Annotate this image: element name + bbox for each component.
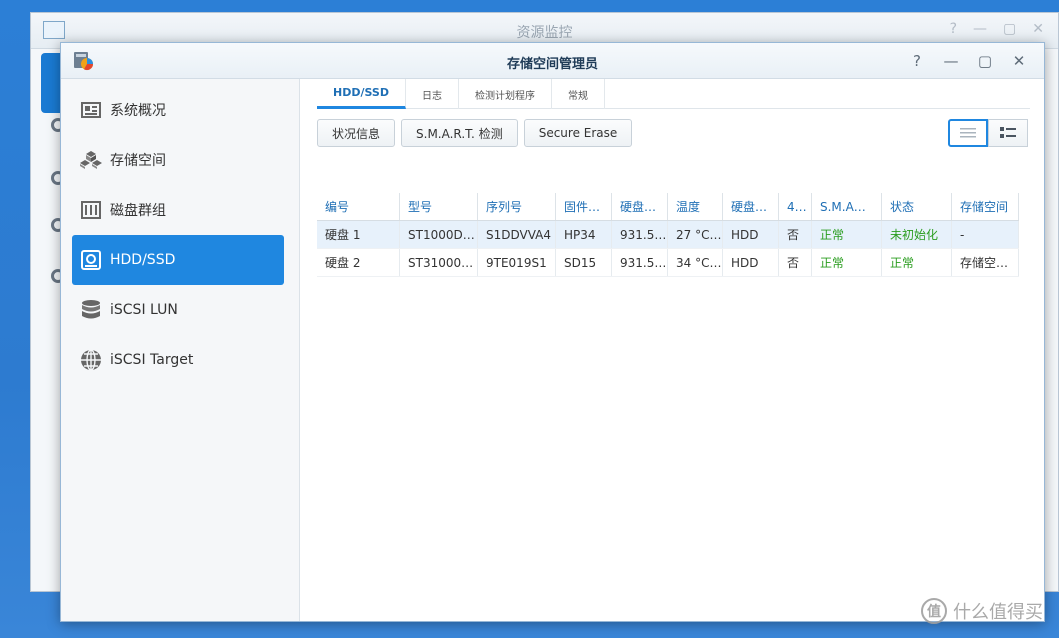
- tab-log[interactable]: 日志: [406, 79, 459, 109]
- smart-status-cell: 正常: [812, 221, 882, 248]
- table-cell: HDD: [723, 249, 779, 276]
- window-titlebar: 存储空间管理员 ? — ▢ ✕: [61, 43, 1044, 79]
- sidebar-item-overview[interactable]: 系统概况: [72, 85, 284, 135]
- disk-table: 编号 型号 序列号 固件… 硬盘… 温度 硬盘… 4… S.M.A… 状态 存储…: [317, 193, 1019, 277]
- watermark-logo: 值: [921, 598, 947, 624]
- background-window-title: 资源监控: [516, 25, 573, 41]
- disk-group-icon: [80, 199, 102, 221]
- minimize-icon[interactable]: —: [940, 50, 962, 72]
- column-header[interactable]: 存储空间: [952, 193, 1019, 220]
- status-cell: 正常: [882, 249, 952, 276]
- sidebar-item-label: 磁盘群组: [110, 203, 166, 219]
- table-cell: 9TE019S1: [478, 249, 556, 276]
- detail-view-icon: [1000, 127, 1016, 138]
- window-title: 存储空间管理员: [506, 57, 598, 72]
- storage-manager-window: 存储空间管理员 ? — ▢ ✕ 系统概况 存储空间 磁盘群组 HDD/SSD i…: [60, 42, 1045, 622]
- sidebar-item-iscsi-lun[interactable]: iSCSI LUN: [72, 285, 284, 335]
- sidebar-item-disk-group[interactable]: 磁盘群组: [72, 185, 284, 235]
- table-cell: S1DDVVA4: [478, 221, 556, 248]
- sidebar-item-iscsi-target[interactable]: iSCSI Target: [72, 335, 284, 385]
- smart-test-button[interactable]: S.M.A.R.T. 检测: [401, 119, 518, 147]
- table-cell: HP34: [556, 221, 612, 248]
- sidebar-item-label: 存储空间: [110, 153, 166, 169]
- table-cell: 931.5…: [612, 221, 668, 248]
- column-header[interactable]: 编号: [317, 193, 400, 220]
- watermark: 值 什么值得买: [921, 598, 1043, 624]
- table-cell: -: [952, 221, 1019, 248]
- sidebar-item-label: iSCSI Target: [110, 352, 194, 368]
- sidebar-item-label: iSCSI LUN: [110, 302, 178, 318]
- column-header[interactable]: 序列号: [478, 193, 556, 220]
- sidebar-item-hdd-ssd[interactable]: HDD/SSD: [72, 235, 284, 285]
- column-header[interactable]: 温度: [668, 193, 723, 220]
- tab-hdd-ssd[interactable]: HDD/SSD: [317, 79, 406, 109]
- list-view-button[interactable]: [948, 119, 988, 147]
- list-view-icon: [960, 128, 976, 138]
- table-cell: 34 °C…: [668, 249, 723, 276]
- table-row[interactable]: 硬盘 1 ST1000D… S1DDVVA4 HP34 931.5… 27 °C…: [317, 221, 1019, 249]
- watermark-text: 什么值得买: [953, 602, 1043, 623]
- view-toggle: [948, 119, 1028, 147]
- close-icon[interactable]: ✕: [1008, 50, 1030, 72]
- table-cell: 否: [779, 221, 812, 248]
- table-cell: 931.5…: [612, 249, 668, 276]
- table-row[interactable]: 硬盘 2 ST31000… 9TE019S1 SD15 931.5… 34 °C…: [317, 249, 1019, 277]
- window-controls: ? — ▢ ✕: [906, 50, 1030, 72]
- toolbar: 状况信息 S.M.A.R.T. 检测 Secure Erase: [317, 119, 633, 147]
- secure-erase-button[interactable]: Secure Erase: [523, 119, 633, 147]
- background-window-controls: ? — ▢ ✕: [950, 21, 1044, 37]
- tab-bar: HDD/SSD 日志 检测计划程序 常规: [317, 79, 1030, 109]
- sidebar-item-label: HDD/SSD: [110, 252, 176, 268]
- column-header[interactable]: 硬盘…: [723, 193, 779, 220]
- column-header[interactable]: 固件…: [556, 193, 612, 220]
- table-cell: 否: [779, 249, 812, 276]
- help-icon[interactable]: ?: [950, 21, 957, 37]
- close-icon[interactable]: ✕: [1032, 21, 1044, 37]
- database-icon: [80, 299, 102, 321]
- sidebar-item-storage-space[interactable]: 存储空间: [72, 135, 284, 185]
- table-cell: HDD: [723, 221, 779, 248]
- column-header[interactable]: S.M.A…: [812, 193, 882, 220]
- table-cell: ST1000D…: [400, 221, 478, 248]
- status-info-button[interactable]: 状况信息: [317, 119, 396, 147]
- maximize-icon[interactable]: ▢: [1003, 21, 1016, 37]
- help-icon[interactable]: ?: [906, 50, 928, 72]
- smart-status-cell: 正常: [812, 249, 882, 276]
- column-header[interactable]: 4…: [779, 193, 812, 220]
- column-header[interactable]: 型号: [400, 193, 478, 220]
- table-cell: 硬盘 2: [317, 249, 400, 276]
- overview-icon: [80, 99, 102, 121]
- table-cell: 27 °C…: [668, 221, 723, 248]
- main-panel: HDD/SSD 日志 检测计划程序 常规 状况信息 S.M.A.R.T. 检测 …: [301, 79, 1044, 621]
- table-cell: SD15: [556, 249, 612, 276]
- sidebar: 系统概况 存储空间 磁盘群组 HDD/SSD iSCSI LUN iSCSI T…: [61, 79, 300, 621]
- cubes-icon: [80, 149, 102, 171]
- minimize-icon[interactable]: —: [973, 21, 987, 37]
- status-cell: 未初始化: [882, 221, 952, 248]
- table-cell: ST31000…: [400, 249, 478, 276]
- column-header[interactable]: 状态: [882, 193, 952, 220]
- table-header: 编号 型号 序列号 固件… 硬盘… 温度 硬盘… 4… S.M.A… 状态 存储…: [317, 193, 1019, 221]
- globe-icon: [80, 349, 102, 371]
- maximize-icon[interactable]: ▢: [974, 50, 996, 72]
- sidebar-item-label: 系统概况: [110, 103, 166, 119]
- table-cell: 硬盘 1: [317, 221, 400, 248]
- tab-test-scheduler[interactable]: 检测计划程序: [459, 79, 552, 109]
- table-cell: 存储空…: [952, 249, 1019, 276]
- hdd-icon: [80, 249, 102, 271]
- tab-general[interactable]: 常规: [552, 79, 605, 109]
- column-header[interactable]: 硬盘…: [612, 193, 668, 220]
- detail-view-button[interactable]: [988, 119, 1028, 147]
